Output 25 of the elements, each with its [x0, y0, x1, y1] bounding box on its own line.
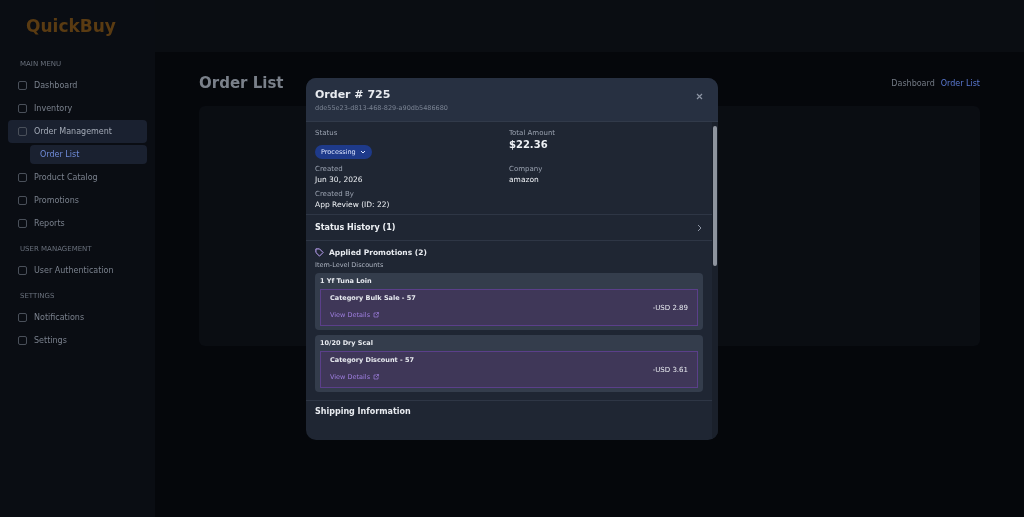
app-logo: QuickBuy	[25, 15, 117, 38]
sidebar-item[interactable]: Promotions	[8, 189, 147, 212]
sidebar-subitem[interactable]: Order List	[30, 145, 147, 164]
breadcrumb-link[interactable]: Dashboard	[891, 78, 935, 88]
scrollbar-thumb[interactable]	[713, 126, 717, 266]
tag-icon	[315, 248, 324, 257]
sidebar-item[interactable]: Notifications	[8, 306, 147, 329]
dialog-title: Order # 725	[315, 88, 392, 101]
external-link-icon	[373, 312, 380, 318]
caret-icon	[359, 150, 366, 154]
status-history-toggle[interactable]: Status History (1)	[306, 214, 712, 241]
breadcrumb-link[interactable]: Order List	[940, 78, 980, 88]
sidebar-item[interactable]: Inventory	[8, 97, 147, 120]
sidebar-item[interactable]: Order Management	[8, 120, 147, 143]
external-link-icon	[373, 374, 380, 380]
section-title: Shipping Information	[306, 400, 712, 422]
chevron-icon	[697, 223, 703, 232]
close-icon	[696, 93, 703, 100]
sidebar-item[interactable]: Product Catalog	[8, 166, 147, 189]
sidebar-item[interactable]: Settings	[8, 329, 147, 352]
total-amount: $22.36	[509, 139, 549, 150]
sidebar-item[interactable]: Reports	[8, 212, 147, 235]
sidebar-item[interactable]: Dashboard	[8, 74, 147, 97]
page-title: Order List	[199, 74, 284, 92]
sidebar-item[interactable]: User Authentication	[8, 259, 147, 282]
